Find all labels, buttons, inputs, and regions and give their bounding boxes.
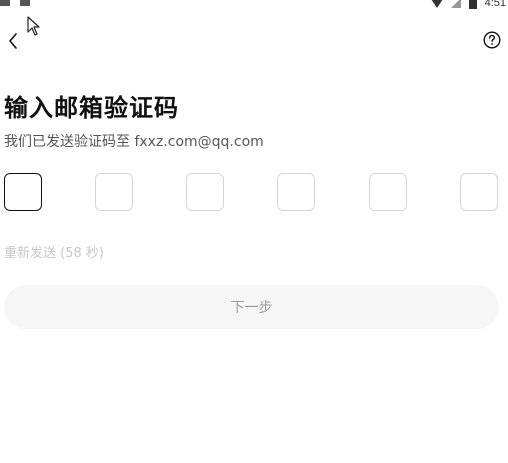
code-input-5[interactable]	[369, 173, 407, 211]
mouse-cursor-icon	[27, 16, 40, 36]
next-button[interactable]: 下一步	[4, 285, 499, 329]
status-right: 4:51	[430, 0, 506, 9]
status-bar: 4:51	[0, 0, 508, 10]
chevron-left-icon	[9, 33, 17, 49]
status-left	[0, 0, 30, 6]
help-button[interactable]	[483, 31, 501, 49]
verification-code-row	[4, 173, 498, 211]
wifi-icon	[430, 0, 443, 8]
resend-link[interactable]: 重新发送 (58 秒)	[4, 242, 104, 261]
status-time: 4:51	[484, 0, 506, 9]
code-input-1[interactable]	[4, 173, 42, 211]
notification-icon	[0, 0, 10, 6]
battery-icon	[468, 0, 477, 9]
a-icon	[20, 0, 30, 6]
back-button[interactable]	[3, 30, 23, 52]
help-circle-icon	[483, 31, 501, 49]
signal-icon	[450, 0, 461, 8]
code-input-6[interactable]	[460, 173, 498, 211]
subtitle: 我们已发送验证码至 fxxz.com@qq.com	[4, 134, 264, 150]
page-title: 输入邮箱验证码	[4, 94, 179, 122]
code-input-4[interactable]	[277, 173, 315, 211]
code-input-3[interactable]	[186, 173, 224, 211]
code-input-2[interactable]	[95, 173, 133, 211]
next-button-label: 下一步	[230, 300, 273, 316]
